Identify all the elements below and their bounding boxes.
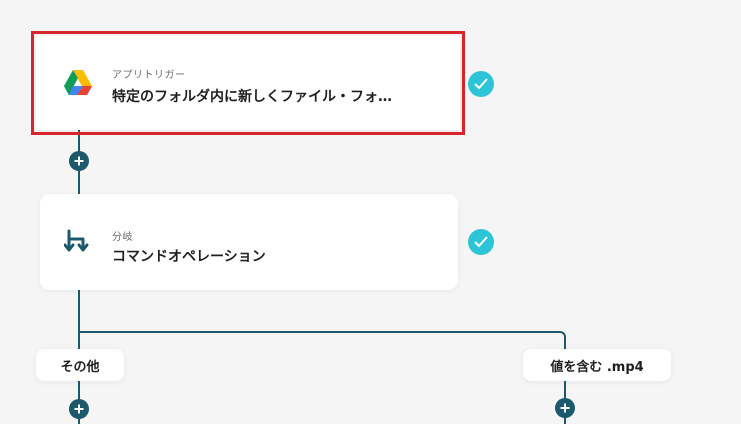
trigger-title: 特定のフォルダ内に新しくファイル・フォ… xyxy=(112,89,392,105)
add-step-button[interactable] xyxy=(555,398,575,418)
path-other[interactable]: その他 xyxy=(36,349,124,381)
connector-line xyxy=(78,331,560,333)
trigger-label: アプリトリガー xyxy=(112,70,186,81)
branch-title: コマンドオペレーション xyxy=(112,249,266,265)
google-drive-icon xyxy=(64,70,92,98)
check-icon xyxy=(468,229,494,255)
trigger-card[interactable]: アプリトリガー 特定のフォルダ内に新しくファイル・フォ… xyxy=(31,31,465,135)
branch-icon xyxy=(63,228,92,256)
branch-label: 分岐 xyxy=(112,232,133,243)
add-step-button[interactable] xyxy=(69,399,89,419)
add-step-button[interactable] xyxy=(69,151,89,171)
branch-card[interactable]: 分岐 コマンドオペレーション xyxy=(40,194,458,290)
check-icon xyxy=(468,71,494,97)
path-contains-mp4[interactable]: 値を含む .mp4 xyxy=(523,349,671,381)
